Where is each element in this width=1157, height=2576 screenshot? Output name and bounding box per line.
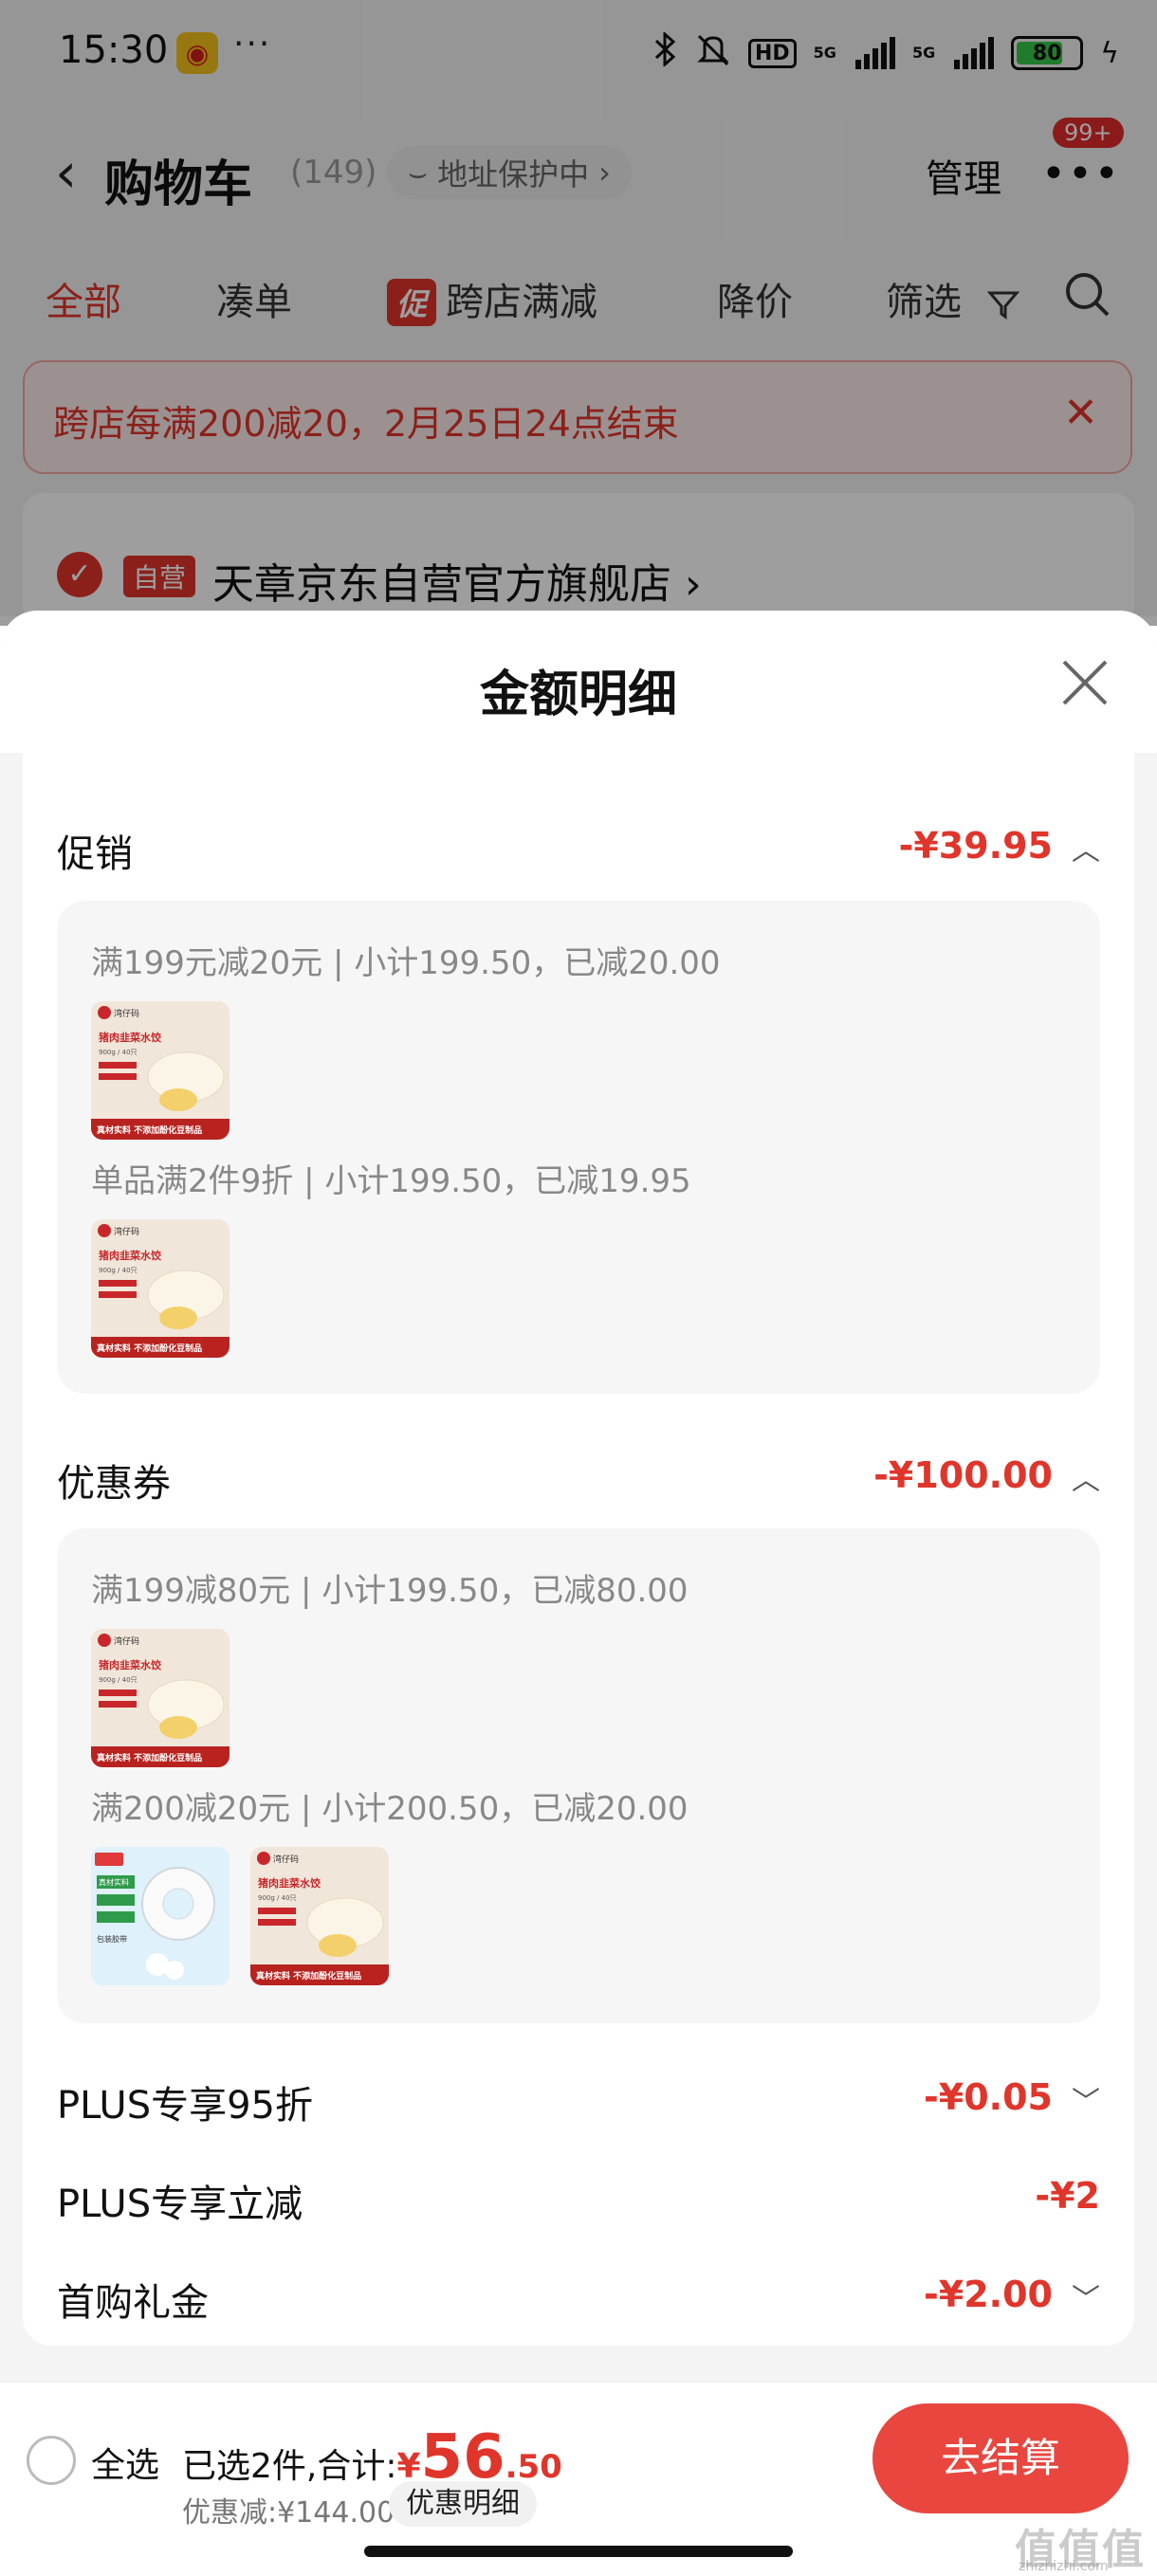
dumpling-name-text: 猪肉韭菜水饺 — [257, 1876, 321, 1890]
promotion-label: 促销 — [57, 832, 133, 876]
dumpling-banner-text: 真材实料 不添加酚化豆制品 — [97, 1752, 202, 1763]
coupon-rule-2: 满200减20元 | 小计200.50，已减20.00 — [91, 1790, 689, 1828]
dumpling-spec-text: 900g / 40只 — [99, 1676, 138, 1684]
promotion-rule-2: 单品满2件9折 | 小计199.50，已减19.95 — [91, 1162, 691, 1200]
coupon-row[interactable]: 优惠券 -¥100.00 ︿ — [57, 1452, 1100, 1509]
dumpling-banner-text: 真材实料 不添加酚化豆制品 — [97, 1124, 202, 1136]
chevron-down-icon[interactable]: ﹀ — [1072, 2275, 1100, 2317]
home-indicator[interactable] — [364, 2546, 793, 2557]
product-thumbnail-dumpling[interactable]: 湾仔码猪肉韭菜水饺 900g / 40只真材实料 不添加酚化豆制品 — [91, 1219, 230, 1358]
watermark-url: zhizhizhi.com — [1019, 2559, 1109, 2574]
sheet-title: 金额明细 — [479, 667, 677, 723]
close-icon[interactable] — [1056, 654, 1113, 711]
dumpling-name-text: 猪肉韭菜水饺 — [98, 1658, 162, 1672]
chevron-down-icon[interactable]: ﹀ — [1072, 2078, 1100, 2120]
dumpling-name-text: 猪肉韭菜水饺 — [98, 1031, 162, 1044]
coupon-amount: -¥100.00 — [873, 1454, 1053, 1496]
plus-discount-label: PLUS专享95折 — [57, 2084, 313, 2128]
dumpling-product-image: 湾仔码猪肉韭菜水饺 900g / 40只真材实料 不添加酚化豆制品 — [91, 1629, 230, 1767]
product-thumbnail-tape[interactable]: 真材实料 包装胶带 — [91, 1847, 230, 1985]
plus-cut-row: PLUS专享立减 -¥2 — [57, 2173, 1100, 2230]
discount-summary: 优惠减:¥144.00 — [182, 2496, 395, 2530]
tape-name-text: 包装胶带 — [97, 1934, 127, 1944]
dumpling-brand-text: 湾仔码 — [114, 1008, 139, 1019]
dumpling-brand-text: 湾仔码 — [114, 1635, 139, 1647]
first-gift-row[interactable]: 首购礼金 -¥2.00 ﹀ — [57, 2272, 1100, 2329]
plus-cut-label: PLUS专享立减 — [57, 2183, 303, 2226]
checkout-bar: 全选 已选2件,合计:¥56.50 优惠减:¥144.00 优惠明细 去结算 值… — [0, 2382, 1157, 2574]
coupon-detail-box: 满199减80元 | 小计199.50，已减80.00 湾仔码 猪肉韭菜水饺 900… — [57, 1528, 1100, 2023]
first-gift-label: 首购礼金 — [57, 2281, 209, 2325]
promotion-row[interactable]: 促销 -¥39.95 ︿ — [57, 823, 1100, 880]
dumpling-name-text: 猪肉韭菜水饺 — [98, 1249, 162, 1262]
promotion-amount: -¥39.95 — [898, 825, 1053, 867]
select-all-label[interactable]: 全选 — [91, 2438, 159, 2487]
coupon-rule-1: 满199减80元 | 小计199.50，已减80.00 — [91, 1572, 689, 1610]
chevron-up-icon[interactable]: ︿ — [1072, 827, 1100, 868]
total-decimal: .50 — [505, 2448, 562, 2486]
product-thumbnail-dumpling[interactable]: 湾仔码猪肉韭菜水饺 900g / 40只真材实料 不添加酚化豆制品 — [91, 1629, 230, 1767]
product-thumbnail-dumpling[interactable]: 湾仔码猪肉韭菜水饺 900g / 40只真材实料 不添加酚化豆制品 — [250, 1847, 389, 1985]
dumpling-spec-text: 900g / 40只 — [99, 1267, 138, 1274]
modal-overlay[interactable] — [0, 0, 1157, 626]
sheet-header: 金额明细 — [0, 611, 1157, 753]
checkout-button[interactable]: 去结算 — [872, 2403, 1129, 2513]
dumpling-banner-text: 真材实料 不添加酚化豆制品 — [97, 1343, 202, 1354]
dumpling-brand-text: 湾仔码 — [273, 1854, 299, 1865]
dumpling-brand-text: 湾仔码 — [114, 1226, 139, 1237]
amount-detail-sheet: 金额明细 促销 -¥39.95 ︿ 满199元减20元 | 小计199.50，已… — [0, 611, 1157, 2571]
selected-count-label: 已选2件,合计: — [182, 2447, 397, 2486]
promotion-detail-box: 满199元减20元 | 小计199.50，已减20.00 湾仔码 猪肉韭菜水饺 90… — [57, 901, 1100, 1394]
dumpling-spec-text: 900g / 40只 — [99, 1049, 138, 1056]
chevron-up-icon[interactable]: ︿ — [1072, 1456, 1100, 1498]
select-all-checkbox[interactable] — [27, 2436, 76, 2485]
plus-discount-row[interactable]: PLUS专享95折 -¥0.05 ﹀ — [57, 2074, 1100, 2131]
dumpling-banner-text: 真材实料 不添加酚化豆制品 — [256, 1970, 361, 1982]
coupon-label: 优惠券 — [57, 1462, 171, 1506]
total-currency: ¥ — [396, 2447, 421, 2486]
plus-cut-amount: -¥2 — [1035, 2175, 1100, 2217]
dumpling-product-image: 湾仔码猪肉韭菜水饺 900g / 40只真材实料 不添加酚化豆制品 — [250, 1847, 389, 1985]
dumpling-product-image: 湾仔码猪肉韭菜水饺 900g / 40只真材实料 不添加酚化豆制品 — [91, 1001, 230, 1140]
amount-detail-card: 促销 -¥39.95 ︿ 满199元减20元 | 小计199.50，已减20.0… — [23, 753, 1134, 2346]
plus-discount-amount: -¥0.05 — [924, 2076, 1053, 2118]
tape-product-image: 真材实料包装胶带 — [91, 1847, 230, 1985]
dumpling-spec-text: 900g / 40只 — [258, 1894, 297, 1902]
product-thumbnail-dumpling[interactable]: 湾仔码猪肉韭菜水饺 900g / 40只真材实料 不添加酚化豆制品 — [91, 1001, 230, 1140]
dumpling-product-image: 湾仔码猪肉韭菜水饺 900g / 40只真材实料 不添加酚化豆制品 — [91, 1219, 230, 1358]
discount-detail-button[interactable]: 优惠明细 — [389, 2481, 537, 2527]
promotion-rule-1: 满199元减20元 | 小计199.50，已减20.00 — [91, 944, 721, 982]
first-gift-amount: -¥2.00 — [924, 2274, 1053, 2315]
tape-tag-text: 真材实料 — [99, 1877, 129, 1887]
